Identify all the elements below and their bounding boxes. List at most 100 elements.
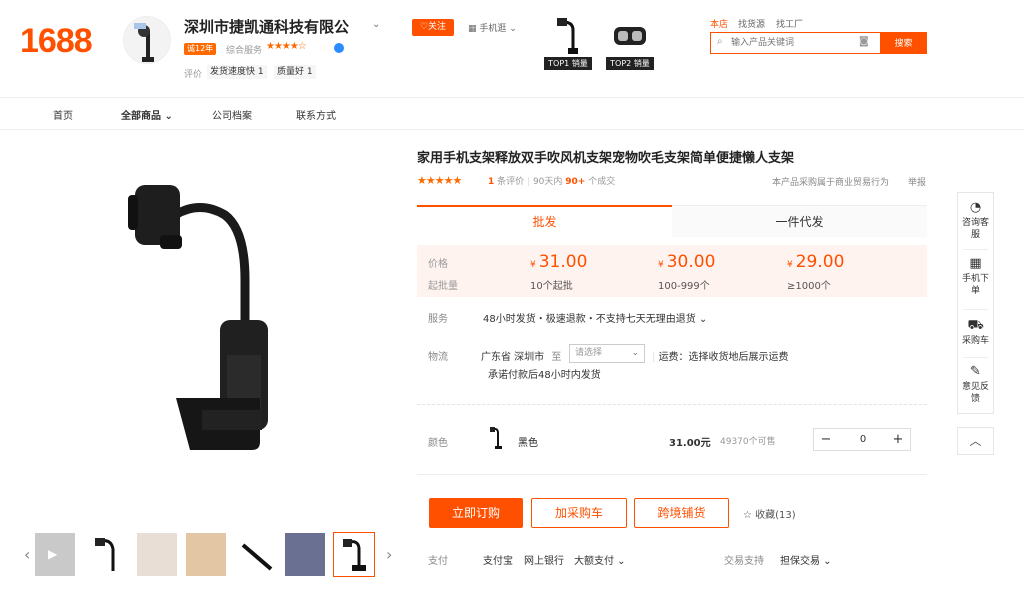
qr-icon: ▦ [468, 24, 480, 34]
nav-company-profile[interactable]: 公司档案 [212, 107, 252, 122]
cart-icon: ⛟ [967, 318, 984, 333]
pay-large-amount[interactable]: 大额支付 ⌄ [574, 552, 626, 567]
logistics-label: 物流 [428, 352, 448, 363]
chevron-down-icon: ⌄ [631, 348, 639, 358]
price-value: 29.00 [795, 252, 845, 272]
increase-button[interactable]: + [886, 429, 910, 450]
floating-sidebar: ◔ 咨询客服 ▦ 手机下单 ⛟ 采购车 ✎ 意见反馈 [957, 192, 994, 414]
link-find-source[interactable]: 找货源 [738, 17, 765, 30]
search-icon: ⌕ [717, 36, 723, 47]
report-link[interactable]: 举报 [908, 175, 926, 188]
thumb-next-arrow[interactable]: › [386, 545, 392, 564]
quantity-input[interactable]: 0 [838, 429, 888, 450]
pay-alipay: 支付宝 [483, 556, 513, 567]
nav-home[interactable]: 首页 [53, 107, 73, 122]
play-icon: ▶ [48, 547, 58, 561]
moq-tier-3: ≥1000个 [787, 281, 831, 292]
top2-product[interactable]: TOP2 销量 [606, 14, 654, 70]
cross-border-button[interactable]: 跨境铺货 [634, 498, 729, 528]
quantity-stepper: − 0 + [813, 428, 911, 451]
divider [417, 404, 927, 405]
sidebar-feedback[interactable]: ✎ 意见反馈 [958, 365, 993, 405]
trade-support-label: 交易支持 [724, 556, 764, 567]
qr-icon: ▦ [969, 256, 982, 271]
search-button[interactable]: 搜索 [880, 32, 927, 54]
service-stars: ★★★★☆ [266, 41, 307, 52]
add-to-cart-button[interactable]: 加采购车 [531, 498, 627, 528]
currency-symbol: ¥ [658, 260, 664, 270]
eval-tag: 发货速度快 1 [207, 65, 267, 79]
thumb-prev-arrow[interactable]: ‹ [24, 545, 30, 564]
search-input[interactable] [711, 33, 851, 53]
phone-shop-link[interactable]: ▦ 手机逛 ⌄ [468, 21, 517, 34]
heart-icon: ♡ [419, 22, 429, 32]
price-tier-1: ¥31.00 [530, 252, 587, 272]
star-icon: ☆ [743, 510, 756, 521]
thumbnail[interactable] [236, 532, 278, 577]
separator: | [652, 352, 656, 363]
thumbnail[interactable] [284, 532, 326, 577]
divider [963, 249, 988, 250]
thumbnail[interactable] [86, 532, 128, 577]
destination-placeholder: 请选择 [575, 348, 603, 358]
sold-count: 90+ [565, 177, 586, 187]
shop-name[interactable]: 深圳市捷凯通科技有限公 [184, 16, 349, 37]
color-price: 31.00元 [669, 438, 711, 449]
shop-avatar[interactable] [123, 16, 171, 64]
eval-count: 1 [488, 177, 495, 187]
trade-notice: 本产品采购属于商业贸易行为 [772, 178, 890, 188]
chevron-down-icon: ⌄ [164, 111, 173, 122]
thumbnail[interactable] [136, 532, 178, 577]
favorite-button[interactable]: ☆ 收藏(13) [743, 506, 796, 521]
link-this-shop[interactable]: 本店 [710, 17, 728, 30]
nav-contact[interactable]: 联系方式 [296, 107, 336, 122]
thumbnail-selected[interactable] [333, 532, 375, 577]
service-row-value[interactable]: 48小时发货・极速退款・不支持七天无理由退货 ⌄ [483, 310, 707, 325]
currency-symbol: ¥ [787, 260, 793, 270]
moq-tier-1: 10个起批 [530, 281, 573, 292]
sidebar-consult-label: 咨询客服 [961, 218, 989, 240]
destination-select[interactable]: 请选择 ⌄ [569, 344, 645, 363]
top1-label: TOP1 销量 [544, 57, 592, 70]
tab-dropship[interactable]: 一件代发 [672, 205, 927, 237]
sidebar-cart-label: 采购车 [961, 336, 989, 346]
sidebar-feedback-label: 意见反馈 [961, 382, 989, 404]
chevron-down-icon[interactable]: ⌄ [372, 19, 380, 30]
divider [0, 97, 1024, 98]
follow-label: 关注 [428, 22, 447, 32]
eval-summary[interactable]: 1 条评价 | 90天内 90+ 个成交 [488, 174, 615, 187]
product-title: 家用手机支架释放双手吹风机支架宠物吹毛支架简单便捷懒人支架 [417, 151, 795, 166]
logistics-origin: 广东省 深圳市 至 [481, 348, 561, 363]
camera-icon[interactable]: ◙ [859, 36, 869, 47]
eval-tag: 质量好 1 [274, 65, 316, 79]
eval-label: 评价 [184, 70, 203, 80]
back-to-top-button[interactable]: ︿ [957, 427, 994, 455]
top1-product[interactable]: TOP1 销量 [544, 14, 592, 70]
payment-label: 支付 [428, 556, 448, 567]
price-tier-2: ¥30.00 [658, 252, 715, 272]
nav-all-products[interactable]: 全部商品 ⌄ [121, 107, 173, 122]
currency-symbol: ¥ [530, 260, 536, 270]
site-logo[interactable]: 1688 [20, 22, 93, 61]
chevron-up-icon: ︿ [969, 434, 982, 448]
price-value: 31.00 [538, 252, 588, 272]
follow-button[interactable]: ♡关注 [412, 19, 454, 36]
sold-prefix: 90天内 [532, 177, 563, 187]
price-label: 价格 [428, 259, 448, 270]
year-badge: 诚12年 [184, 43, 217, 55]
link-find-factory[interactable]: 找工厂 [776, 17, 803, 30]
thumbnail-video[interactable]: ▶ [34, 532, 76, 577]
color-swatch-image[interactable] [487, 425, 505, 451]
divider [963, 309, 988, 310]
trade-support-value[interactable]: 担保交易 ⌄ [780, 552, 832, 567]
main-product-image[interactable] [120, 170, 275, 470]
sidebar-mobile-order[interactable]: ▦ 手机下单 [958, 257, 993, 297]
sidebar-cart[interactable]: ⛟ 采购车 [958, 319, 993, 347]
tab-wholesale[interactable]: 批发 [417, 205, 672, 237]
color-label: 颜色 [428, 438, 448, 449]
separator: | [527, 177, 531, 187]
decrease-button[interactable]: − [814, 429, 838, 450]
buy-now-button[interactable]: 立即订购 [429, 498, 523, 528]
thumbnail[interactable] [185, 532, 227, 577]
sidebar-consult[interactable]: ◔ 咨询客服 [958, 201, 993, 241]
